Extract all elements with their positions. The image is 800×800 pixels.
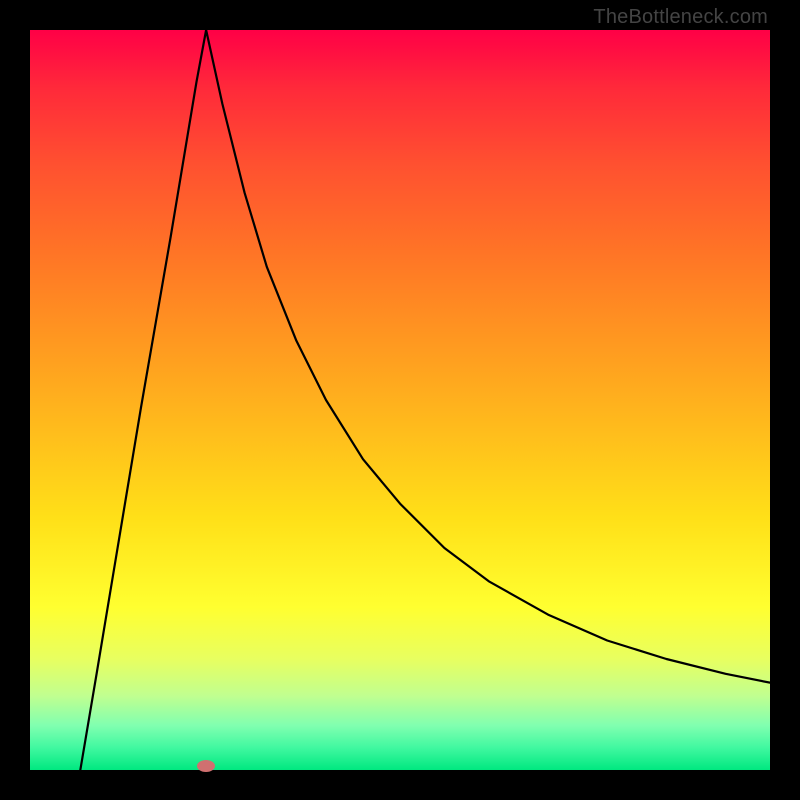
plot-area bbox=[30, 30, 770, 770]
watermark-text: TheBottleneck.com bbox=[593, 6, 768, 29]
